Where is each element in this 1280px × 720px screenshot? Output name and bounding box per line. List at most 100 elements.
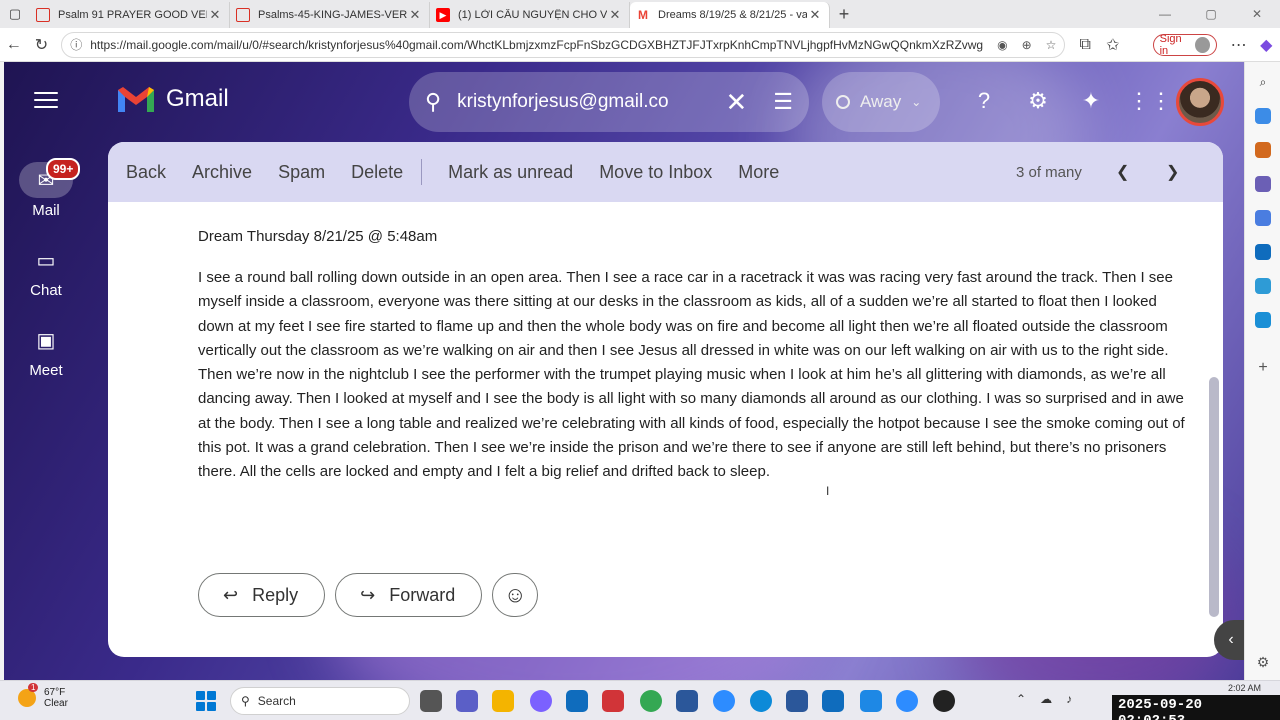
more-options-icon[interactable]: ⋯	[1225, 35, 1253, 55]
outlook-taskbar-icon[interactable]	[566, 690, 588, 712]
drop-icon[interactable]	[1255, 278, 1271, 294]
add-app-icon[interactable]: +	[1255, 360, 1271, 376]
windows-start-icon[interactable]	[196, 691, 216, 711]
taskbar-search[interactable]: ⚲ Search	[230, 687, 410, 715]
apps-grid-icon[interactable]: ⋮⋮	[1128, 88, 1172, 114]
media-player-icon[interactable]	[933, 690, 955, 712]
copilot-app-icon[interactable]	[1255, 210, 1271, 226]
browser-tab-strip: ▢ Psalm 91 PRAYER GOOD VERION ✕ Psalms-4…	[0, 0, 1280, 28]
main-menu-icon[interactable]	[34, 92, 58, 110]
gemini-sparkle-icon[interactable]: ✦	[1077, 88, 1105, 114]
edge-icon[interactable]	[750, 690, 772, 712]
close-tab-icon[interactable]: ✕	[607, 7, 623, 23]
copilot-taskbar-icon[interactable]	[530, 690, 552, 712]
tab-title: Psalm 91 PRAYER GOOD VERION	[58, 9, 207, 21]
spam-button[interactable]: Spam	[278, 162, 325, 183]
reply-arrow-icon: ↩	[223, 584, 239, 605]
favorite-star-icon[interactable]: ☆	[1046, 38, 1057, 52]
nav-chat[interactable]: ▭ Chat	[4, 242, 88, 300]
refresh-icon[interactable]: ↻	[28, 35, 56, 55]
move-to-inbox-button[interactable]: Move to Inbox	[599, 162, 712, 183]
new-tab-button[interactable]: +	[830, 2, 858, 28]
help-icon[interactable]: ?	[970, 88, 998, 114]
nav-mail[interactable]: ✉ 99+ Mail	[4, 158, 88, 219]
close-window-icon[interactable]: ✕	[1234, 0, 1280, 28]
chrome-icon[interactable]	[640, 690, 662, 712]
snipping-tool-icon[interactable]	[860, 690, 882, 712]
back-arrow-icon[interactable]: ←	[0, 36, 28, 54]
browser-tab-4[interactable]: M Dreams 8/19/25 & 8/21/25 - van ✕	[630, 2, 830, 28]
windows-taskbar: 1 67°F Clear ⚲ Search ⌃ ☁ ♪ 2:02 AM 2025…	[0, 680, 1280, 720]
network-icon[interactable]: ☁	[1040, 692, 1052, 706]
close-tab-icon[interactable]: ✕	[207, 7, 223, 23]
youtube-icon: ▶	[436, 8, 450, 22]
chevron-up-icon[interactable]: ⌃	[1016, 692, 1026, 706]
newer-chevron-icon[interactable]: ❮	[1116, 162, 1129, 182]
chat-icon: ▭	[36, 249, 56, 272]
extensions-icon[interactable]: ⧉	[1071, 36, 1099, 54]
reply-label: Reply	[252, 584, 299, 605]
weather-widget[interactable]: 1 67°F Clear	[18, 683, 68, 709]
search-icon[interactable]: ⚲	[425, 89, 441, 115]
emoji-reaction-button[interactable]: ☺	[492, 573, 539, 617]
games-icon[interactable]	[1255, 176, 1271, 192]
zoom-icon[interactable]: ⊕	[1022, 38, 1032, 52]
gmail-m-icon	[118, 87, 154, 112]
file-explorer-icon[interactable]	[492, 690, 514, 712]
message-scrollbar[interactable]	[1209, 377, 1219, 617]
text-cursor-icon: I	[826, 484, 830, 498]
search-bar[interactable]: ⚲ kristynforjesus@gmail.co ✕ ☰	[409, 72, 809, 132]
unread-badge: 99+	[46, 158, 81, 180]
mark-unread-button[interactable]: Mark as unread	[448, 162, 573, 183]
tools-icon[interactable]	[1255, 142, 1271, 158]
archive-button[interactable]: Archive	[192, 162, 252, 183]
meet-video-icon: ▣	[36, 329, 56, 352]
account-avatar[interactable]	[1176, 78, 1224, 126]
outlook-icon[interactable]	[1255, 244, 1271, 260]
sidebar-settings-icon[interactable]: ⚙	[1255, 654, 1271, 670]
nav-meet[interactable]: ▣ Meet	[4, 322, 88, 380]
url-field[interactable]: ⓘ https://mail.google.com/mail/u/0/#sear…	[61, 31, 1066, 58]
zoom-icon[interactable]	[713, 690, 735, 712]
favorites-icon[interactable]: ✩	[1099, 35, 1127, 55]
browser-tab-2[interactable]: Psalms-45-KING-JAMES-VERSION ✕	[230, 2, 430, 28]
gmail-logo[interactable]: Gmail	[116, 84, 229, 114]
status-selector[interactable]: Away ⌄	[822, 72, 940, 132]
teams-icon[interactable]	[456, 690, 478, 712]
clear-search-icon[interactable]: ✕	[725, 87, 747, 118]
forward-button[interactable]: ↪ Forward	[335, 573, 483, 617]
sign-in-button[interactable]: Sign in	[1152, 33, 1217, 57]
azure-app-icon[interactable]	[676, 690, 698, 712]
close-tab-icon[interactable]: ✕	[807, 7, 823, 23]
chevron-down-icon: ⌄	[911, 95, 922, 109]
close-tab-icon[interactable]: ✕	[407, 7, 423, 23]
more-button[interactable]: More	[738, 162, 779, 183]
task-view-icon[interactable]	[420, 690, 442, 712]
back-button[interactable]: Back	[126, 162, 166, 183]
search-input[interactable]: kristynforjesus@gmail.co	[457, 91, 711, 113]
reply-button[interactable]: ↩ Reply	[198, 573, 326, 617]
zoom-meeting-icon[interactable]	[896, 690, 918, 712]
tab-actions-icon[interactable]: ▢	[0, 0, 30, 28]
shopping-icon[interactable]	[1255, 108, 1271, 124]
search-options-icon[interactable]: ☰	[773, 89, 793, 115]
search-icon[interactable]: ⌕	[1255, 74, 1271, 90]
word-icon[interactable]	[786, 690, 808, 712]
site-info-icon[interactable]: ⓘ	[70, 36, 82, 53]
settings-gear-icon[interactable]: ⚙	[1024, 88, 1052, 114]
nav-meet-label: Meet	[29, 362, 63, 379]
maximize-icon[interactable]: ▢	[1188, 0, 1234, 28]
minimize-icon[interactable]: —	[1142, 0, 1188, 28]
delete-button[interactable]: Delete	[351, 162, 403, 183]
sync-app-icon[interactable]	[602, 690, 624, 712]
forward-label: Forward	[389, 584, 456, 605]
system-clock[interactable]: 2:02 AM	[1228, 683, 1261, 693]
older-chevron-icon[interactable]: ❯	[1166, 162, 1179, 182]
send-icon[interactable]	[1255, 312, 1271, 328]
eye-icon[interactable]: ◉	[997, 38, 1007, 52]
browser-tab-1[interactable]: Psalm 91 PRAYER GOOD VERION ✕	[30, 2, 230, 28]
browser-tab-3[interactable]: ▶ (1) LỜI CẦU NGUYỆN CHO VIỆT N ✕	[430, 2, 630, 28]
speaker-icon[interactable]: ♪	[1066, 692, 1072, 706]
media-app-icon[interactable]	[822, 690, 844, 712]
copilot-icon[interactable]: ◆	[1252, 35, 1280, 55]
